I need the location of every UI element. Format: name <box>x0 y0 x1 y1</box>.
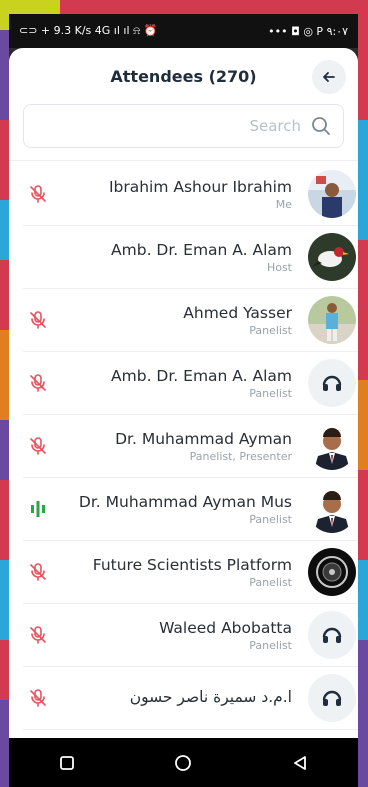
attendee-name: Future Scientists Platform <box>92 555 292 574</box>
avatar-standing-icon <box>308 296 356 344</box>
attendee-info: Dr. Muhammad Ayman Mus Panelist <box>53 493 308 526</box>
avatar-bird-icon <box>308 233 356 281</box>
search-icon[interactable] <box>311 116 331 136</box>
attendee-role: Panelist <box>249 575 292 589</box>
avatar <box>308 296 356 344</box>
attendee-info: ا.م.د سميرة ناصر حسون <box>53 688 308 708</box>
mic-muted-icon <box>30 185 46 203</box>
frame-top <box>0 0 368 14</box>
attendee-role: Me <box>275 197 292 211</box>
frame-right <box>358 0 368 787</box>
attendee-row[interactable]: ا.م.د سميرة ناصر حسون <box>23 667 358 730</box>
mic-status <box>23 436 53 456</box>
search-box[interactable] <box>23 104 344 148</box>
nav-bar <box>9 738 358 787</box>
attendee-name: Ahmed Yasser <box>183 303 292 322</box>
attendee-list: Ibrahim Ashour Ibrahim Me Amb. Dr. Eman A.… <box>9 161 358 730</box>
mic-muted-icon <box>30 689 46 707</box>
back-button[interactable] <box>312 60 346 94</box>
mic-status <box>23 373 53 393</box>
arrow-left-icon <box>323 72 335 82</box>
attendees-panel: Attendees (270) Ibrahim Ashour IbrahimMe… <box>9 48 358 738</box>
search-input[interactable] <box>36 117 301 135</box>
attendee-info: Dr. Muhammad Ayman Panelist, Presenter <box>53 430 308 463</box>
avatar <box>308 611 356 659</box>
avatar <box>308 674 356 722</box>
back-nav-icon[interactable] <box>291 754 309 772</box>
attendee-role: Panelist <box>249 386 292 400</box>
attendee-info: Amb. Dr. Eman A. Alam Host <box>53 241 308 274</box>
headphones-icon <box>322 690 342 706</box>
attendee-info: Ahmed Yasser Panelist <box>53 304 308 337</box>
attendee-row[interactable]: Future Scientists Platform Panelist <box>23 541 358 604</box>
attendee-role: Panelist, Presenter <box>189 449 292 463</box>
attendee-info: Waleed Abobatta Panelist <box>53 619 308 652</box>
mic-muted-icon <box>30 563 46 581</box>
attendee-name: ا.م.د سميرة ناصر حسون <box>129 688 292 706</box>
attendee-name: Waleed Abobatta <box>159 618 292 637</box>
frame-left <box>0 0 9 787</box>
avatar <box>308 422 356 470</box>
avatar <box>308 170 356 218</box>
attendee-role: Panelist <box>249 323 292 337</box>
attendee-role: Panelist <box>249 512 292 526</box>
attendee-info: Ibrahim Ashour Ibrahim Me <box>53 178 308 211</box>
mic-active-icon <box>31 501 45 517</box>
headphones-icon <box>322 375 342 391</box>
mic-muted-icon <box>30 374 46 392</box>
attendee-name: Amb. Dr. Eman A. Alam <box>111 366 292 385</box>
status-bar: ⊂⊃ + 9.3 K/s 4G ıl ıl ⍾ ⏰ ••• ◘ ◎ P ٩:٠٧ <box>9 14 358 48</box>
attendee-row[interactable]: Dr. Muhammad Ayman Panelist, Presenter <box>23 415 358 478</box>
mic-muted-icon <box>30 311 46 329</box>
mic-status <box>23 184 53 204</box>
header: Attendees (270) <box>9 48 358 104</box>
avatar-suit-icon <box>308 422 356 470</box>
headphones-icon <box>322 627 342 643</box>
avatar-suit-icon <box>308 485 356 533</box>
attendee-row[interactable]: Waleed Abobatta Panelist <box>23 604 358 667</box>
attendee-info: Amb. Dr. Eman A. Alam Panelist <box>53 367 308 400</box>
mic-muted-icon <box>30 437 46 455</box>
attendee-info: Future Scientists Platform Panelist <box>53 556 308 589</box>
attendee-name: Ibrahim Ashour Ibrahim <box>108 177 292 196</box>
mic-muted-icon <box>30 626 46 644</box>
attendee-name: Amb. Dr. Eman A. Alam <box>111 240 292 259</box>
attendee-row[interactable]: Ibrahim Ashour Ibrahim Me <box>23 163 358 226</box>
avatar <box>308 548 356 596</box>
mic-status <box>23 625 53 645</box>
attendee-name: Dr. Muhammad Ayman <box>115 429 292 448</box>
avatar <box>308 485 356 533</box>
mic-status <box>23 310 53 330</box>
status-right: ••• ◘ ◎ P ٩:٠٧ <box>268 24 348 38</box>
avatar-logo-icon <box>308 548 356 596</box>
mic-status <box>23 688 53 708</box>
attendee-role: Host <box>266 260 292 274</box>
avatar <box>308 233 356 281</box>
mic-status <box>23 562 53 582</box>
attendee-row[interactable]: Amb. Dr. Eman A. Alam Panelist <box>23 352 358 415</box>
attendee-row[interactable]: Dr. Muhammad Ayman Mus Panelist <box>23 478 358 541</box>
home-icon[interactable] <box>173 753 193 773</box>
recents-icon[interactable] <box>58 754 76 772</box>
avatar <box>308 359 356 407</box>
attendee-name: Dr. Muhammad Ayman Mus <box>78 492 292 511</box>
page-title: Attendees (270) <box>110 66 257 86</box>
attendee-row[interactable]: Amb. Dr. Eman A. Alam Host <box>23 226 358 289</box>
avatar-photo-icon <box>308 170 356 218</box>
attendee-role: Panelist <box>249 638 292 652</box>
status-left: ⊂⊃ + 9.3 K/s 4G ıl ıl ⍾ ⏰ <box>19 24 158 37</box>
mic-status <box>23 499 53 519</box>
attendee-row[interactable]: Ahmed Yasser Panelist <box>23 289 358 352</box>
